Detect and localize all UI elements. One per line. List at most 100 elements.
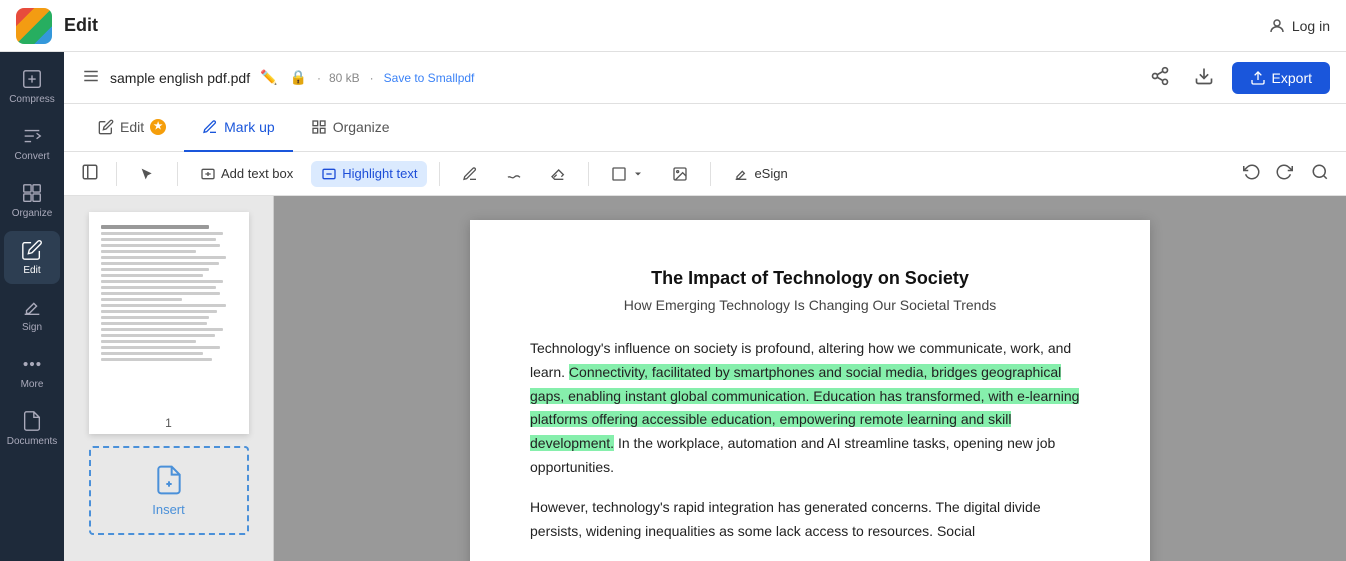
export-icon [1250,70,1266,86]
share-button[interactable] [1144,60,1176,95]
main-layout: Compress Convert Organize Edit Sign More… [0,52,1346,561]
organize-tab-icon [311,119,327,135]
thumb-line [101,238,217,241]
thumb-line [101,298,183,301]
divider-4 [588,162,589,186]
highlight-text-label: Highlight text [342,166,417,181]
thumb-line [101,286,217,289]
export-label: Export [1272,70,1312,86]
paragraph-2: However, technology's rapid integration … [530,496,1090,544]
sidebar-item-edit[interactable]: Edit [4,231,60,284]
shape-tool-button[interactable] [601,161,654,187]
sidebar-toggle-button[interactable] [80,65,102,90]
image-tool-button[interactable] [662,161,698,187]
tab-markup-label: Mark up [224,119,275,135]
sidebar-item-documents[interactable]: Documents [4,402,60,455]
document-page: The Impact of Technology on Society How … [470,220,1150,561]
thumb-line [101,340,196,343]
tab-edit[interactable]: Edit ★ [80,104,184,152]
thumb-line [101,292,221,295]
sidebar-item-more[interactable]: More [4,345,60,398]
file-meta-separator: · [370,71,374,85]
sidebar-item-compress[interactable]: Compress [4,60,60,113]
eraser-icon [550,166,566,182]
sidebar-item-organize[interactable]: Organize [4,174,60,227]
pen-tool-button[interactable] [452,161,488,187]
tab-markup[interactable]: Mark up [184,104,293,152]
top-bar-left: Edit [16,8,98,44]
search-icon [1311,163,1329,181]
sidebar-item-sign[interactable]: Sign [4,288,60,341]
thumb-line [101,334,215,337]
convert-icon [21,125,43,147]
shape-dropdown-icon [632,168,644,180]
document-subtitle: How Emerging Technology Is Changing Our … [530,297,1090,313]
eraser-tool-button[interactable] [540,161,576,187]
login-button[interactable]: Log in [1268,17,1330,35]
edit-icon [21,239,43,261]
pdf-area: 1 Insert The Impact of Technology on Soc… [64,196,1346,561]
document-viewer[interactable]: The Impact of Technology on Society How … [274,196,1346,561]
esign-button[interactable]: eSign [723,161,797,187]
sidebar-item-convert[interactable]: Convert [4,117,60,170]
markup-toolbar: Add text box Highlight text [64,152,1346,196]
download-button[interactable] [1188,60,1220,95]
panel-toggle-button[interactable] [76,158,104,189]
export-button[interactable]: Export [1232,62,1330,94]
document-title: The Impact of Technology on Society [530,268,1090,289]
thumbnail-page-1[interactable]: 1 [89,212,249,434]
highlight-icon [321,166,337,182]
page-title: Edit [64,15,98,36]
toolbar-actions: Export [1144,60,1330,95]
undo-redo-group [1238,158,1298,189]
esign-icon [733,166,749,182]
insert-label: Insert [152,502,185,517]
text-box-icon [200,166,216,182]
save-to-smallpdf-link[interactable]: Save to Smallpdf [384,71,475,85]
highlight-text-button[interactable]: Highlight text [311,161,427,187]
tab-organize-label: Organize [333,119,390,135]
thumbnail-insert-button[interactable]: Insert [89,446,249,535]
rename-button[interactable]: ✏️ [258,67,279,88]
documents-icon [21,410,43,432]
top-bar-right: Log in [1268,17,1330,35]
login-label: Log in [1292,18,1330,34]
undo-icon [1243,163,1261,181]
tab-organize[interactable]: Organize [293,104,408,152]
thumb-line [101,262,219,265]
thumb-line [101,352,203,355]
thumb-line [101,268,210,271]
thumb-line [101,316,210,319]
left-sidebar: Compress Convert Organize Edit Sign More… [0,52,64,561]
thumb-line [101,322,207,325]
file-name: sample english pdf.pdf [110,70,250,86]
thumb-line [101,304,226,307]
compress-icon [21,68,43,90]
redo-button[interactable] [1270,158,1298,189]
esign-label: eSign [754,166,787,181]
thumb-lines [93,216,245,370]
search-button[interactable] [1306,158,1334,189]
freehand-tool-button[interactable] [496,161,532,187]
edit-tab-icon [98,119,114,135]
person-icon [1268,17,1286,35]
content-area: sample english pdf.pdf ✏️ 🔒 · 80 kB · Sa… [64,52,1346,561]
divider-5 [710,162,711,186]
add-text-box-button[interactable]: Add text box [190,161,303,187]
lock-button[interactable]: 🔒 [288,67,309,88]
freehand-icon [506,166,522,182]
redo-icon [1275,163,1293,181]
pen-icon [462,166,478,182]
select-tool-button[interactable] [129,161,165,187]
cursor-icon [139,166,155,182]
app-logo [16,8,52,44]
divider-2 [177,162,178,186]
file-size-separator: · [317,71,321,85]
thumbnail-panel: 1 Insert [64,196,274,561]
thumb-line [101,280,223,283]
thumbnail-content [89,212,249,412]
divider-1 [116,162,117,186]
top-bar: Edit Log in [0,0,1346,52]
page-number-1: 1 [89,412,249,434]
undo-button[interactable] [1238,158,1266,189]
